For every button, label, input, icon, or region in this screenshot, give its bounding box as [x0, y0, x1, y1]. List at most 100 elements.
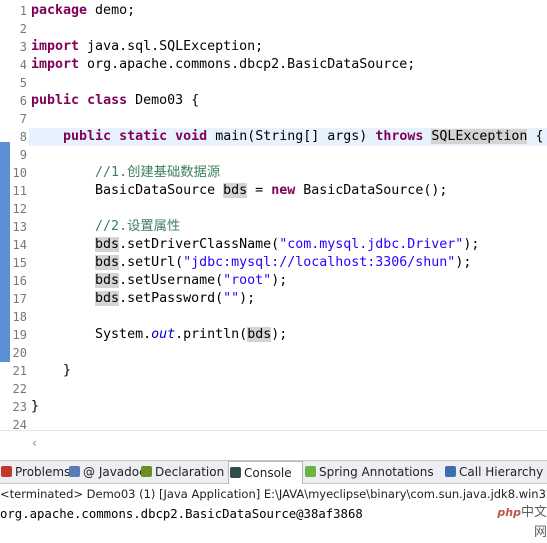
code-editor[interactable]: 1 package demo; 2 3 import java.sql.SQLExcep…: [0, 0, 547, 456]
code-token: {: [527, 129, 544, 144]
problems-icon: [1, 466, 12, 477]
watermark-text: 中文网: [520, 505, 547, 540]
code-token: }: [31, 399, 40, 414]
code-token: bds: [95, 237, 120, 252]
line-number: 6: [19, 94, 27, 108]
line-number: 19: [12, 328, 27, 342]
line-number: 10: [12, 166, 27, 180]
line-number: 20: [12, 346, 27, 360]
code-token: out: [151, 327, 176, 342]
watermark-brand: php: [497, 506, 521, 519]
code-token: BasicDataSource: [31, 183, 224, 198]
code-token: public: [63, 129, 112, 144]
code-token: import: [31, 39, 80, 54]
tab-label: Call Hierarchy: [459, 465, 544, 479]
tab-javadoc[interactable]: @ Javadoc: [68, 461, 146, 483]
javadoc-icon: [69, 466, 80, 477]
console-output[interactable]: org.apache.commons.dbcp2.BasicDataSource…: [0, 504, 547, 524]
code-token: .setUrl(: [119, 255, 184, 270]
spring-icon: [305, 466, 316, 477]
code-token: );: [455, 255, 472, 270]
view-tab-bar: Problems @ Javadoc Declaration Console Sprin…: [0, 461, 547, 484]
code-token: "": [223, 291, 240, 306]
line-number: 4: [19, 58, 27, 72]
code-token: package: [31, 3, 88, 18]
tab-spring-annotations[interactable]: Spring Annotations: [304, 461, 442, 483]
code-token: //2.设置属性: [95, 219, 181, 234]
code-line[interactable]: bds.setUsername("root");: [31, 272, 287, 290]
code-token: Demo03 {: [127, 93, 200, 108]
tab-label: @ Javadoc: [83, 465, 146, 479]
code-token: .setDriverClassName(: [119, 237, 280, 252]
code-line[interactable]: public static void main(String[] args) t…: [31, 128, 543, 146]
code-token: void: [175, 129, 208, 144]
code-token: class: [87, 93, 128, 108]
code-token: .setPassword(: [119, 291, 224, 306]
code-line[interactable]: BasicDataSource bds = new BasicDataSourc…: [31, 182, 447, 200]
line-number: 1: [19, 4, 27, 18]
line-number: 14: [12, 238, 27, 252]
line-number: 5: [19, 76, 27, 90]
code-token: .println(: [175, 327, 248, 342]
code-token: }: [31, 363, 72, 378]
code-line[interactable]: package demo;: [31, 2, 135, 20]
code-token: main(String[] args): [207, 129, 376, 144]
code-token: bds: [247, 327, 272, 342]
code-token: "com.mysql.jdbc.Driver": [279, 237, 464, 252]
tab-problems[interactable]: Problems: [0, 461, 70, 483]
code-token: );: [271, 327, 288, 342]
line-number: 23: [12, 400, 27, 414]
change-marker-bar: [0, 142, 10, 362]
tab-label: Console: [244, 466, 292, 480]
line-number: 2: [19, 22, 27, 36]
code-line[interactable]: }: [31, 398, 39, 416]
code-line[interactable]: import java.sql.SQLException;: [31, 38, 263, 56]
tab-call-hierarchy[interactable]: Call Hierarchy: [444, 461, 547, 483]
code-token: BasicDataSource();: [295, 183, 448, 198]
code-token: java.sql.SQLException;: [79, 39, 264, 54]
line-number: 11: [12, 184, 27, 198]
editor-gutter: [0, 0, 12, 430]
tab-console[interactable]: Console: [228, 461, 303, 484]
chevron-left-icon[interactable]: ‹: [32, 436, 37, 450]
line-number: 3: [19, 40, 27, 54]
code-line[interactable]: //2.设置属性: [31, 218, 180, 236]
code-line[interactable]: bds.setUrl("jdbc:mysql://localhost:3306/…: [31, 254, 471, 272]
line-number: 17: [12, 292, 27, 306]
line-number: 13: [12, 220, 27, 234]
line-number: 8: [19, 130, 27, 144]
line-number: 9: [19, 148, 27, 162]
declaration-icon: [141, 466, 152, 477]
code-line[interactable]: System.out.println(bds);: [31, 326, 287, 344]
code-token: bds: [95, 291, 120, 306]
console-icon: [230, 467, 241, 478]
code-token: SQLException: [431, 129, 528, 144]
code-line[interactable]: import org.apache.commons.dbcp2.BasicDat…: [31, 56, 415, 74]
line-number: 22: [12, 382, 27, 396]
code-token: );: [271, 273, 288, 288]
line-number: 16: [12, 274, 27, 288]
code-line[interactable]: bds.setDriverClassName("com.mysql.jdbc.D…: [31, 236, 479, 254]
tab-declaration[interactable]: Declaration: [140, 461, 226, 483]
code-line[interactable]: }: [31, 362, 71, 380]
code-token: bds: [95, 255, 120, 270]
line-number: 18: [12, 310, 27, 324]
code-token: bds: [95, 273, 120, 288]
code-line[interactable]: bds.setPassword("");: [31, 290, 255, 308]
code-line[interactable]: public class Demo03 {: [31, 92, 199, 110]
tab-label: Problems: [15, 465, 71, 479]
call-hierarchy-icon: [445, 466, 456, 477]
code-line[interactable]: //1.创建基础数据源: [31, 164, 220, 182]
horizontal-scrollbar[interactable]: ‹: [0, 430, 547, 456]
line-number: 15: [12, 256, 27, 270]
line-number: 12: [12, 202, 27, 216]
code-token: throws: [375, 129, 424, 144]
code-token: bds: [223, 183, 248, 198]
code-token: "root": [223, 273, 272, 288]
